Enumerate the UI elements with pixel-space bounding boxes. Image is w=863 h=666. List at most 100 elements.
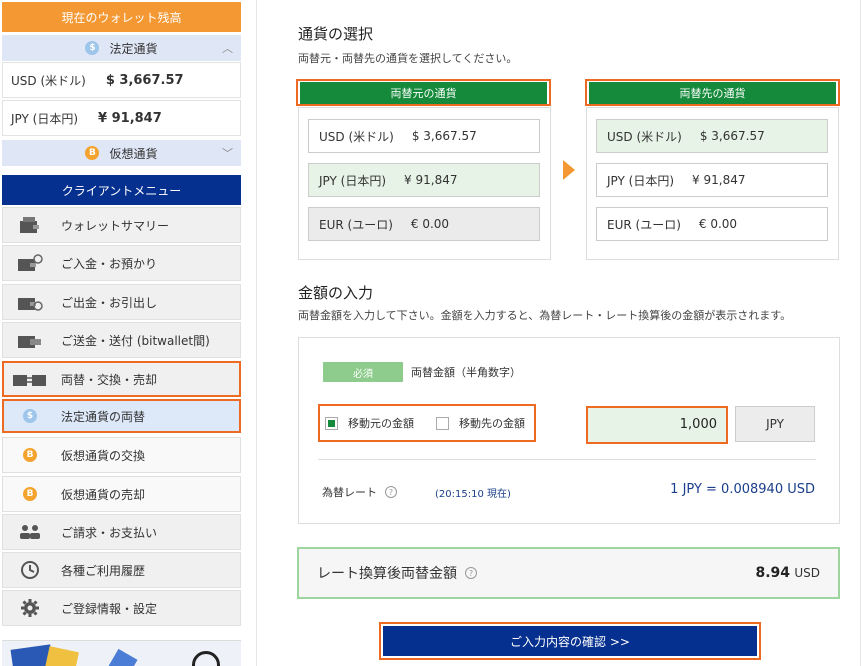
- option-amount: ¥ 91,847: [404, 173, 458, 187]
- menu-item-history[interactable]: 各種ご利用履歴: [2, 552, 241, 588]
- rate-label-text: 為替レート: [322, 486, 377, 499]
- crypto-category-toggle[interactable]: B 仮想通貨 ﹀: [2, 140, 241, 166]
- balance-currency: USD (米ドル): [11, 73, 86, 88]
- wallet-exchange-icon: [9, 370, 51, 388]
- menu-item-transfer[interactable]: ご送金・送付 (bitwallet間): [2, 322, 241, 358]
- exchange-rate-value: 1 JPY = 0.008940 USD: [670, 482, 815, 497]
- target-option-eur[interactable]: EUR (ユーロ) € 0.00: [596, 207, 828, 241]
- arrow-right-icon: [563, 160, 575, 180]
- option-currency: JPY (日本円): [319, 173, 387, 188]
- chevron-down-icon: ﹀: [222, 147, 233, 160]
- menu-item-deposit[interactable]: ご入金・お預かり: [2, 245, 241, 281]
- menu-item-withdraw[interactable]: ご出金・お引出し: [2, 284, 241, 320]
- exchange-rate-label: 為替レート ?: [322, 484, 397, 500]
- dollar-coin-icon: $: [85, 41, 100, 55]
- users-icon: [9, 524, 51, 540]
- amount-basis-radio-group: 移動元の金額 移動先の金額: [318, 404, 536, 442]
- menu-item-label: 仮想通貨の交換: [61, 448, 146, 463]
- menu-item-label: ご出金・お引出し: [61, 295, 158, 310]
- right-border: [860, 0, 861, 666]
- menu-item-label: ご入金・お預かり: [61, 256, 158, 271]
- converted-amount-unit: USD: [794, 566, 820, 580]
- gear-icon: [9, 598, 51, 618]
- history-icon: [9, 560, 51, 580]
- menu-item-label: ご請求・お支払い: [61, 525, 158, 540]
- wallet-withdraw-icon: [9, 293, 51, 311]
- bitcoin-coin-icon: B: [85, 146, 100, 160]
- converted-amount-value: 8.94: [755, 565, 790, 581]
- amount-unit-button[interactable]: JPY: [735, 406, 815, 442]
- radio-source-amount[interactable]: [325, 416, 338, 430]
- menu-item-crypto-sell[interactable]: B 仮想通貨の売却: [2, 476, 241, 512]
- wallet-transfer-icon: [9, 331, 51, 349]
- bitcoin-coin-icon: B: [9, 448, 51, 462]
- rate-timestamp: (20:15:10 現在): [435, 489, 511, 500]
- menu-item-label: ウォレットサマリー: [61, 218, 170, 233]
- sidebar: 現在のウォレット残高 $ 法定通貨 ︿ USD (米ドル) $ 3,667.57…: [0, 0, 243, 666]
- help-icon[interactable]: ?: [465, 567, 477, 579]
- radio-target-amount[interactable]: [436, 416, 449, 430]
- promo-banner[interactable]: [2, 640, 241, 666]
- source-currency-label: 両替元の通貨: [300, 82, 547, 104]
- option-amount: € 0.00: [698, 217, 738, 231]
- source-option-jpy[interactable]: JPY (日本円) ¥ 91,847: [308, 163, 540, 197]
- menu-item-label: 各種ご利用履歴: [61, 563, 146, 578]
- option-currency: JPY (日本円): [607, 173, 675, 188]
- wallet-balance-header: 現在のウォレット残高: [2, 2, 241, 32]
- required-badge: 必須: [323, 362, 403, 382]
- menu-item-label: 両替・交換・売却: [61, 372, 158, 387]
- rate-divider: [318, 459, 816, 460]
- menu-item-wallet-summary[interactable]: ウォレットサマリー: [2, 207, 241, 243]
- option-currency: USD (米ドル): [607, 129, 682, 144]
- menu-item-label: 法定通貨の両替: [61, 409, 146, 424]
- option-amount: $ 3,667.57: [411, 129, 477, 143]
- content-divider: [256, 0, 257, 666]
- currency-select-title: 通貨の選択: [298, 25, 374, 43]
- wallet-icon: [9, 216, 51, 234]
- source-option-usd[interactable]: USD (米ドル) $ 3,667.57: [308, 119, 540, 153]
- help-icon[interactable]: ?: [385, 486, 397, 498]
- amount-input[interactable]: 1,000: [586, 406, 728, 444]
- converted-amount-box: レート換算後両替金額 ? 8.94 USD: [297, 547, 840, 599]
- source-option-eur[interactable]: EUR (ユーロ) € 0.00: [308, 207, 540, 241]
- menu-item-label: 仮想通貨の売却: [61, 487, 146, 502]
- converted-label-text: レート換算後両替金額: [317, 566, 457, 582]
- option-currency: EUR (ユーロ): [607, 217, 681, 232]
- crypto-category-label: 仮想通貨: [109, 146, 158, 161]
- radio-source-label: 移動元の金額: [348, 417, 414, 430]
- target-option-jpy[interactable]: JPY (日本円) ¥ 91,847: [596, 163, 828, 197]
- menu-item-exchange[interactable]: 両替・交換・売却: [2, 361, 241, 397]
- radio-target-label: 移動先の金額: [459, 417, 525, 430]
- amount-field-label: 両替金額（半角数字）: [411, 366, 521, 379]
- option-amount: € 0.00: [410, 217, 450, 231]
- menu-item-label: ご登録情報・設定: [61, 601, 158, 616]
- wallet-deposit-icon: [9, 254, 51, 272]
- balance-amount: $ 3,667.57: [105, 72, 184, 88]
- balance-row-jpy: JPY (日本円) ¥ 91,847: [2, 100, 241, 136]
- target-currency-label: 両替先の通貨: [589, 82, 836, 104]
- option-amount: $ 3,667.57: [699, 129, 765, 143]
- confirm-button[interactable]: ご入力内容の確認 >>: [383, 626, 757, 656]
- balance-amount: ¥ 91,847: [98, 110, 162, 126]
- menu-item-settings[interactable]: ご登録情報・設定: [2, 590, 241, 626]
- chevron-up-icon: ︿: [222, 42, 233, 55]
- converted-amount-label: レート換算後両替金額 ?: [317, 563, 477, 583]
- balance-currency: JPY (日本円): [11, 111, 79, 126]
- target-option-usd[interactable]: USD (米ドル) $ 3,667.57: [596, 119, 828, 153]
- menu-item-fiat-exchange[interactable]: $ 法定通貨の両替: [2, 399, 241, 433]
- menu-item-billing[interactable]: ご請求・お支払い: [2, 514, 241, 550]
- bitcoin-coin-icon: B: [9, 487, 51, 501]
- amount-input-description: 両替金額を入力して下さい。金額を入力すると、為替レート・レート換算後の金額が表示…: [298, 309, 792, 322]
- fiat-category-toggle[interactable]: $ 法定通貨 ︿: [2, 35, 241, 61]
- option-currency: EUR (ユーロ): [319, 217, 393, 232]
- dollar-coin-icon: $: [9, 409, 51, 423]
- balance-row-usd: USD (米ドル) $ 3,667.57: [2, 62, 241, 98]
- option-currency: USD (米ドル): [319, 129, 394, 144]
- menu-item-label: ご送金・送付 (bitwallet間): [61, 333, 210, 348]
- amount-input-title: 金額の入力: [298, 284, 374, 302]
- fiat-category-label: 法定通貨: [109, 41, 158, 56]
- currency-select-description: 両替元・両替先の通貨を選択してください。: [298, 52, 518, 65]
- menu-item-crypto-exchange[interactable]: B 仮想通貨の交換: [2, 437, 241, 473]
- client-menu-header: クライアントメニュー: [2, 175, 241, 205]
- option-amount: ¥ 91,847: [692, 173, 746, 187]
